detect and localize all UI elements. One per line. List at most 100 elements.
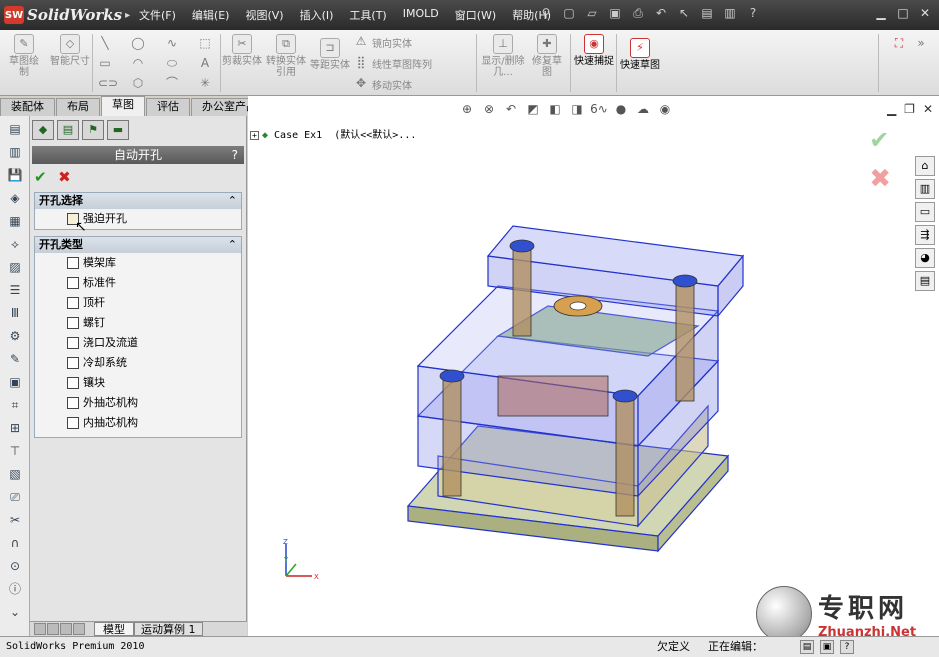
edit-appearance-icon[interactable]: ● bbox=[612, 102, 630, 116]
smart-dimension-button[interactable]: ◇ 智能尺寸 bbox=[50, 34, 90, 67]
tools-icon[interactable]: ✂ bbox=[6, 511, 24, 529]
pin-icon[interactable]: ⚲ bbox=[538, 6, 554, 21]
design-library-icon[interactable]: ▥ bbox=[915, 179, 935, 199]
point-icon[interactable]: ⬚ bbox=[198, 36, 212, 50]
tab-model[interactable]: 模型 bbox=[94, 622, 134, 636]
confirm-ok-icon[interactable]: ✔ bbox=[869, 126, 891, 154]
checkbox[interactable] bbox=[67, 317, 79, 329]
pocket-icon[interactable]: ⊤ bbox=[6, 442, 24, 460]
next-tab-icon[interactable] bbox=[60, 623, 72, 635]
open-folder-icon[interactable]: ▱ bbox=[584, 6, 600, 21]
checkbox[interactable] bbox=[67, 377, 79, 389]
zoom-area-icon[interactable]: ⊗ bbox=[480, 102, 498, 116]
mold-assembly-model[interactable] bbox=[398, 216, 758, 576]
layout-icon[interactable]: ⟡ bbox=[6, 235, 24, 253]
menu-tools[interactable]: 工具(T) bbox=[341, 7, 394, 23]
plates-icon[interactable]: ☰ bbox=[6, 281, 24, 299]
scene-icon[interactable]: ☁ bbox=[634, 102, 652, 116]
standard-parts-icon[interactable]: ⊞ bbox=[6, 419, 24, 437]
checkbox[interactable] bbox=[67, 257, 79, 269]
rebuild-icon[interactable]: ▤ bbox=[699, 6, 715, 21]
screw-checkbox[interactable]: 螺钉 bbox=[35, 313, 241, 333]
checkbox[interactable] bbox=[67, 277, 79, 289]
offset-entities-button[interactable]: ⊐ 等距实体 bbox=[310, 38, 350, 71]
app-logo[interactable]: SW SolidWorks ▸ bbox=[4, 5, 130, 25]
move-entities-label[interactable]: 移动实体 bbox=[372, 77, 412, 92]
group-header[interactable]: 开孔类型 ⌃ bbox=[35, 237, 241, 253]
core-cavity-icon[interactable]: ▦ bbox=[6, 212, 24, 230]
magnet-icon[interactable]: ∩ bbox=[6, 534, 24, 552]
view-icon[interactable]: ⎚ bbox=[6, 488, 24, 506]
section-view-icon[interactable]: ◩ bbox=[524, 102, 542, 116]
menu-view[interactable]: 视图(V) bbox=[237, 7, 291, 23]
internal-lifter-checkbox[interactable]: 内抽芯机构 bbox=[35, 413, 241, 433]
ellipse-icon[interactable]: ⬭ bbox=[165, 56, 179, 70]
insert-icon[interactable]: ⌗ bbox=[6, 396, 24, 414]
units-icon[interactable]: ▣ bbox=[820, 640, 834, 654]
data-prep-icon[interactable]: ▥ bbox=[6, 143, 24, 161]
undo-icon[interactable]: ↶ bbox=[653, 6, 669, 21]
home-icon[interactable]: ⌂ bbox=[915, 156, 935, 176]
feature-tree-flyout[interactable]: + ◆ Case Ex1 (默认<<默认>... bbox=[250, 126, 416, 141]
bom-icon[interactable]: ▧ bbox=[6, 465, 24, 483]
collapse-icon[interactable]: ⌃ bbox=[228, 193, 237, 209]
tab-motion-study[interactable]: 运动算例 1 bbox=[134, 622, 203, 636]
customize-icon[interactable]: ⛶ bbox=[892, 36, 906, 50]
gate-runner-checkbox[interactable]: 浇口及流道 bbox=[35, 333, 241, 353]
display-manager-tab-icon[interactable]: ▬ bbox=[107, 120, 129, 140]
sketch-draw-button[interactable]: ✎ 草图绘制 bbox=[6, 34, 42, 78]
cancel-button[interactable]: ✖ bbox=[58, 168, 71, 186]
minimize-icon[interactable]: ▁ bbox=[887, 102, 896, 116]
confirm-cancel-icon[interactable]: ✖ bbox=[869, 164, 891, 194]
text-icon[interactable]: A bbox=[198, 56, 212, 70]
search-icon[interactable]: ⊙ bbox=[6, 557, 24, 575]
project-manager-icon[interactable]: ▤ bbox=[6, 120, 24, 138]
help-button[interactable]: ? bbox=[232, 146, 238, 164]
circle-icon[interactable]: ◯ bbox=[131, 36, 145, 50]
custom-properties-icon[interactable]: ▤ bbox=[915, 271, 935, 291]
checkbox[interactable] bbox=[67, 337, 79, 349]
spline-icon[interactable]: ∿ bbox=[165, 36, 179, 50]
linear-pattern-icon[interactable]: ⣿ bbox=[354, 55, 368, 69]
convert-entities-button[interactable]: ⧉ 转换实体引用 bbox=[264, 34, 308, 78]
info-icon[interactable]: ⓘ bbox=[6, 580, 24, 598]
last-tab-icon[interactable] bbox=[73, 623, 85, 635]
config-manager-tab-icon[interactable]: ⚑ bbox=[82, 120, 104, 140]
maximize-icon[interactable]: □ bbox=[895, 5, 911, 21]
mold-base-icon[interactable]: ▨ bbox=[6, 258, 24, 276]
expand-chevron-icon[interactable]: » bbox=[914, 36, 928, 50]
tab-evaluate[interactable]: 评估 bbox=[146, 98, 190, 116]
select-arrow-icon[interactable]: ↖ bbox=[676, 6, 692, 21]
plane-icon[interactable]: ✳ bbox=[198, 76, 212, 90]
save-project-icon[interactable]: 💾 bbox=[6, 166, 24, 184]
tab-assembly[interactable]: 装配体 bbox=[0, 98, 55, 116]
first-tab-icon[interactable] bbox=[34, 623, 46, 635]
prev-tab-icon[interactable] bbox=[47, 623, 59, 635]
expand-icon[interactable]: + bbox=[250, 130, 259, 140]
mirror-icon[interactable]: ⚠ bbox=[354, 34, 368, 48]
force-pocket-checkbox[interactable]: 强迫开孔 ↖ bbox=[35, 209, 241, 235]
close-icon[interactable]: ✕ bbox=[917, 5, 933, 21]
restore-icon[interactable]: ❐ bbox=[904, 102, 915, 116]
graphics-area[interactable]: ⊕ ⊗ ↶ ◩ ◧ ◨ 6∿ ● ☁ ◉ ▁ ❐ ✕ + ◆ Case Ex1 (默… bbox=[248, 96, 939, 642]
arc-icon[interactable]: ◠ bbox=[131, 56, 145, 70]
print-icon[interactable]: ⎙ bbox=[630, 6, 646, 21]
gate-icon[interactable]: ⚙ bbox=[6, 327, 24, 345]
options-icon[interactable]: ▥ bbox=[722, 6, 738, 21]
group-header[interactable]: 开孔选择 ⌃ bbox=[35, 193, 241, 209]
rapid-sketch-button[interactable]: ⚡ 快速草图 bbox=[620, 38, 660, 71]
ok-button[interactable]: ✔ bbox=[34, 168, 47, 186]
file-explorer-icon[interactable]: ▭ bbox=[915, 202, 935, 222]
new-document-icon[interactable]: ▢ bbox=[561, 6, 577, 21]
ejector-pin-checkbox[interactable]: 顶杆 bbox=[35, 293, 241, 313]
help-icon[interactable]: ? bbox=[745, 6, 761, 21]
mold-base-checkbox[interactable]: 模架库 bbox=[35, 253, 241, 273]
rebuild-status-icon[interactable]: ▤ bbox=[800, 640, 814, 654]
collapse-icon[interactable]: ⌃ bbox=[228, 237, 237, 253]
rectangle-icon[interactable]: ▭ bbox=[98, 56, 112, 70]
line-icon[interactable]: ╲ bbox=[98, 36, 112, 50]
menu-insert[interactable]: 插入(I) bbox=[292, 7, 342, 23]
ejector-icon[interactable]: Ⅲ bbox=[6, 304, 24, 322]
quick-tips-icon[interactable]: ? bbox=[840, 640, 854, 654]
checkbox[interactable] bbox=[67, 417, 79, 429]
